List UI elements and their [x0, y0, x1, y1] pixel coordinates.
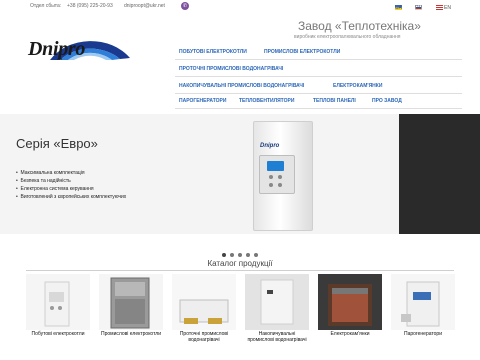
catalog-card-industrial-boilers[interactable]: Промислові електрокотли	[99, 274, 163, 360]
menu-item-sauna-heaters[interactable]: ЕЛЕКТРОКАМ'ЯНКИ	[333, 80, 382, 92]
catalog-card-household-boilers[interactable]: Побутові електрокотли	[26, 274, 90, 360]
catalog-card-steam-generators[interactable]: Парогенератори	[391, 274, 455, 360]
menu-item-steam-generators[interactable]: ПАРОГЕНЕРАТОРИ	[179, 95, 226, 107]
company-name: Завод «Теплотехніка»	[298, 19, 421, 33]
menu-item-fan-heaters[interactable]: ТЕПЛОВЕНТИЛЯТОРИ	[239, 95, 294, 107]
banner-title: Серія «Евро»	[16, 136, 98, 151]
catalog-card-label: Промислові електрокотли	[100, 331, 161, 337]
slider-dot[interactable]	[222, 253, 226, 257]
catalog-card-label: Електрокам'янки	[330, 331, 370, 337]
menu-divider	[175, 59, 462, 60]
banner-bullet: • Максимальна комплектація	[16, 170, 85, 176]
company-subtitle: виробник електроопалювального обладнання	[294, 34, 401, 40]
menu-item-about[interactable]: ПРО ЗАВОД	[372, 95, 402, 107]
hero-slider[interactable]: Серія «Евро» • Максимальна комплектація …	[0, 114, 480, 234]
slider-dot[interactable]	[254, 253, 258, 257]
catalog-card-label: Проточні промислові водонагрівачі	[179, 331, 229, 343]
email-link[interactable]: dniproopt@ukr.net	[124, 3, 165, 9]
industrial-boiler-image	[99, 274, 163, 330]
sauna-heater-image	[318, 274, 382, 330]
household-boiler-image	[26, 274, 90, 330]
viber-icon[interactable]: ✆	[181, 2, 189, 10]
menu-item-household-boilers[interactable]: ПОБУТОВІ ЕЛЕКТРОКОТЛИ	[179, 46, 247, 58]
catalog-divider	[26, 270, 454, 271]
lang-en[interactable]: EN	[436, 2, 451, 11]
storage-heater-image	[245, 274, 309, 330]
menu-item-flow-heaters[interactable]: ПРОТОЧНІ ПРОМИСЛОВІ ВОДОНАГРІВАЧІ	[179, 63, 283, 75]
catalog-card-label: Парогенератори	[403, 331, 442, 337]
boiler-display	[267, 161, 284, 171]
banner-bullet: • Безпека та надійність	[16, 178, 71, 184]
control-button-icon	[278, 175, 282, 179]
flow-heater-image	[172, 274, 236, 330]
catalog-card-label: Накопичувальні промислові водонагрівачі	[247, 331, 307, 343]
company-logo[interactable]: Dnipro	[22, 20, 134, 72]
catalog-card-storage-heaters[interactable]: Накопичувальні промислові водонагрівачі	[245, 274, 309, 360]
menu-item-industrial-boilers[interactable]: ПРОМИСЛОВІ ЕЛЕКТРОКОТЛИ	[264, 46, 340, 58]
banner-dark-panel	[399, 114, 480, 234]
menu-divider	[175, 93, 462, 94]
slider-dot[interactable]	[246, 253, 250, 257]
control-button-icon	[278, 183, 282, 187]
product-brand-label: Dnipro	[260, 143, 280, 149]
slider-dot[interactable]	[230, 253, 234, 257]
catalog-card-sauna-heaters[interactable]: Електрокам'янки	[318, 274, 382, 360]
sales-label: Отдел сбыта:	[30, 3, 62, 9]
catalog-card-flow-heaters[interactable]: Проточні промислові водонагрівачі	[172, 274, 236, 360]
menu-item-storage-heaters[interactable]: НАКОПИЧУВАЛЬНІ ПРОМИСЛОВІ ВОДОНАГРІВАЧІ	[179, 80, 304, 92]
top-contact-bar: Отдел сбыта: +38 (095) 225-20-93 dniproo…	[30, 2, 451, 11]
menu-divider	[175, 108, 462, 109]
banner-bullet: • Електронна система керування	[16, 186, 94, 192]
menu-divider	[175, 76, 462, 77]
menu-item-heat-panels[interactable]: ТЕПЛОВІ ПАНЕЛІ	[313, 95, 356, 107]
catalog-card-label: Побутові електрокотли	[31, 331, 85, 337]
catalog-title: Каталог продукції	[207, 259, 273, 268]
slider-dot[interactable]	[238, 253, 242, 257]
banner-bullet-list: • Максимальна комплектація • Безпека та …	[16, 169, 126, 201]
banner-bullet: • Виготовлений з європейських комплектую…	[16, 194, 127, 200]
control-button-icon	[269, 175, 273, 179]
logo-text: Dnipro	[28, 38, 86, 60]
steam-generator-image	[391, 274, 455, 330]
phone-link[interactable]: +38 (095) 225-20-93	[67, 3, 113, 9]
control-button-icon	[269, 183, 273, 187]
